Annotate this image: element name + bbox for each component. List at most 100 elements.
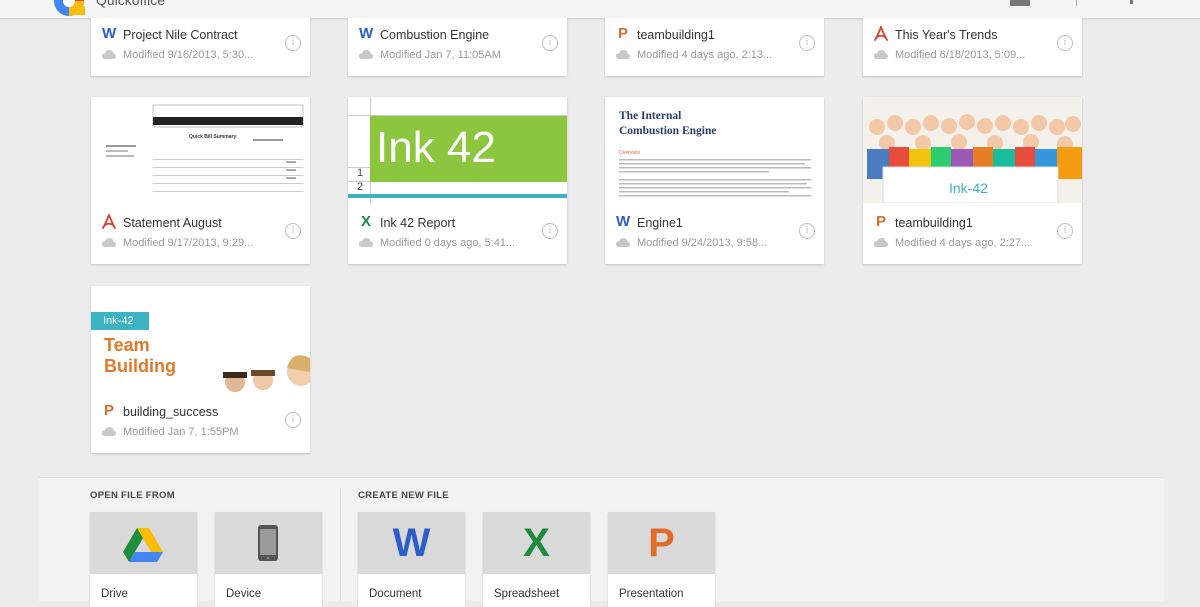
file-info: P building_success Modified Jan 7, 1:55P… bbox=[91, 395, 310, 453]
file-info: P teambuilding1 Modified 4 days ago, 2:1… bbox=[605, 18, 824, 76]
phone-icon bbox=[258, 525, 278, 561]
bottom-panel: OPEN FILE FROM CREATE NEW FILE Drive Dev… bbox=[38, 477, 1164, 607]
create-document-button[interactable]: W Document bbox=[358, 512, 465, 607]
overflow-menu-icon[interactable] bbox=[1130, 0, 1133, 4]
file-modified: Modified 6/18/2013, 5:09... bbox=[895, 49, 1026, 61]
row-number: 1 bbox=[357, 167, 364, 179]
create-new-file-label: CREATE NEW FILE bbox=[358, 490, 449, 501]
cloud-icon bbox=[616, 238, 630, 247]
file-name: Project Nile Contract bbox=[123, 28, 238, 42]
file-card[interactable]: This Year's Trends Modified 6/18/2013, 5… bbox=[863, 18, 1082, 76]
statement-preview bbox=[106, 104, 304, 192]
tile-label: Device bbox=[226, 588, 262, 600]
file-card[interactable]: P teambuilding1 Modified 4 days ago, 2:1… bbox=[605, 18, 824, 76]
cloud-icon bbox=[102, 427, 116, 436]
info-icon[interactable]: i bbox=[1057, 223, 1073, 239]
file-card[interactable]: Ink 42 1 2 X Ink 42 Report Modified 0 da… bbox=[348, 97, 567, 264]
word-icon: W bbox=[616, 213, 631, 230]
section-divider bbox=[340, 488, 341, 601]
ink42-title: Ink 42 bbox=[376, 123, 496, 172]
file-thumbnail: Quick Bill Summary bbox=[91, 97, 310, 203]
file-name: This Year's Trends bbox=[895, 28, 998, 42]
row-number: 2 bbox=[357, 181, 364, 193]
file-modified: Modified Jan 7, 1:55PM bbox=[123, 426, 239, 438]
powerpoint-icon: P bbox=[875, 213, 886, 230]
info-icon[interactable]: i bbox=[285, 412, 301, 428]
cloud-icon bbox=[102, 238, 116, 247]
word-icon: W bbox=[359, 25, 374, 42]
drive-icon bbox=[123, 528, 163, 562]
word-icon: W bbox=[392, 521, 431, 565]
powerpoint-icon: P bbox=[617, 25, 628, 42]
tile-label: Spreadsheet bbox=[494, 588, 560, 600]
create-presentation-button[interactable]: P Presentation bbox=[608, 512, 715, 607]
file-modified: Modified 9/17/2013, 9:29... bbox=[123, 237, 254, 249]
cloud-icon bbox=[874, 50, 888, 59]
file-info: This Year's Trends Modified 6/18/2013, 5… bbox=[863, 18, 1082, 76]
pdf-icon bbox=[874, 26, 888, 41]
info-icon[interactable]: i bbox=[285, 223, 301, 239]
tile-icon-area: X bbox=[483, 512, 590, 574]
cloud-icon bbox=[359, 238, 373, 247]
file-name: Engine1 bbox=[637, 216, 683, 230]
file-card[interactable]: Quick Bill Summary Statement August Modi… bbox=[91, 97, 310, 264]
app-bar: Quickoffice bbox=[0, 0, 1200, 19]
file-name: Combustion Engine bbox=[380, 28, 490, 42]
info-icon[interactable]: i bbox=[799, 35, 815, 51]
powerpoint-icon: P bbox=[103, 402, 114, 419]
file-name: building_success bbox=[123, 405, 219, 419]
file-modified: Modified Jan 7, 11:05AM bbox=[380, 49, 501, 61]
file-modified: Modified 4 days ago, 2:27... bbox=[895, 237, 1031, 249]
engine-text-lines bbox=[619, 159, 811, 197]
file-info: W Engine1 Modified 9/24/2013, 9:58... i bbox=[605, 206, 824, 264]
info-icon[interactable]: i bbox=[542, 35, 558, 51]
file-name: Statement August bbox=[123, 216, 222, 230]
team-photo bbox=[223, 355, 310, 392]
open-device-button[interactable]: Device bbox=[215, 512, 322, 607]
tile-icon-area: P bbox=[608, 512, 715, 574]
file-card[interactable]: The Internal Combustion Engine Overview … bbox=[605, 97, 824, 264]
tile-label: Presentation bbox=[619, 588, 684, 600]
create-spreadsheet-button[interactable]: X Spreadsheet bbox=[483, 512, 590, 607]
file-card[interactable]: Ink-42 Team Building P building_success … bbox=[91, 286, 310, 453]
file-card[interactable]: W Combustion Engine Modified Jan 7, 11:0… bbox=[348, 18, 567, 76]
info-icon[interactable]: i bbox=[285, 35, 301, 51]
tile-label: Drive bbox=[101, 588, 128, 600]
open-drive-button[interactable]: Drive bbox=[90, 512, 197, 607]
open-file-from-label: OPEN FILE FROM bbox=[90, 490, 175, 501]
file-thumbnail: Ink-42 Team Building bbox=[91, 286, 310, 392]
tile-icon-area bbox=[215, 512, 322, 574]
word-icon: W bbox=[102, 25, 117, 42]
file-thumbnail: The Internal Combustion Engine Overview bbox=[605, 97, 824, 203]
file-modified: Modified 0 days ago, 5:41... bbox=[380, 237, 516, 249]
file-info: P teambuilding1 Modified 4 days ago, 2:2… bbox=[863, 206, 1082, 264]
info-icon[interactable]: i bbox=[799, 223, 815, 239]
info-icon[interactable]: i bbox=[1057, 35, 1073, 51]
file-card[interactable]: W Project Nile Contract Modified 9/16/20… bbox=[91, 18, 310, 76]
file-modified: Modified 9/16/2013, 5:30... bbox=[123, 49, 254, 61]
tile-icon-area: W bbox=[358, 512, 465, 574]
file-info: Statement August Modified 9/17/2013, 9:2… bbox=[91, 206, 310, 264]
info-icon[interactable]: i bbox=[542, 223, 558, 239]
file-thumbnail: Ink 42 1 2 bbox=[348, 97, 567, 203]
tile-icon-area bbox=[90, 512, 197, 574]
cloud-icon bbox=[359, 50, 373, 59]
quickoffice-logo-icon bbox=[54, 0, 85, 16]
pdf-icon bbox=[102, 214, 116, 229]
file-info: W Project Nile Contract Modified 9/16/20… bbox=[91, 18, 310, 76]
file-info: X Ink 42 Report Modified 0 days ago, 5:4… bbox=[348, 206, 567, 264]
excel-icon: X bbox=[360, 213, 371, 230]
toolbar-divider bbox=[1076, 0, 1077, 6]
file-info: W Combustion Engine Modified Jan 7, 11:0… bbox=[348, 18, 567, 76]
file-name: teambuilding1 bbox=[637, 28, 715, 42]
folder-icon[interactable] bbox=[1010, 0, 1030, 6]
file-thumbnail: Ink-42 bbox=[863, 97, 1082, 203]
file-name: Ink 42 Report bbox=[380, 216, 456, 230]
statement-heading: Quick Bill Summary bbox=[189, 134, 237, 140]
file-card[interactable]: Ink-42 P teambuilding1 Modified 4 days a… bbox=[863, 97, 1082, 264]
file-modified: Modified 4 days ago, 2:13... bbox=[637, 49, 773, 61]
cloud-icon bbox=[616, 50, 630, 59]
file-modified: Modified 9/24/2013, 9:58... bbox=[637, 237, 768, 249]
tile-label: Document bbox=[369, 588, 422, 600]
cloud-icon bbox=[874, 238, 888, 247]
